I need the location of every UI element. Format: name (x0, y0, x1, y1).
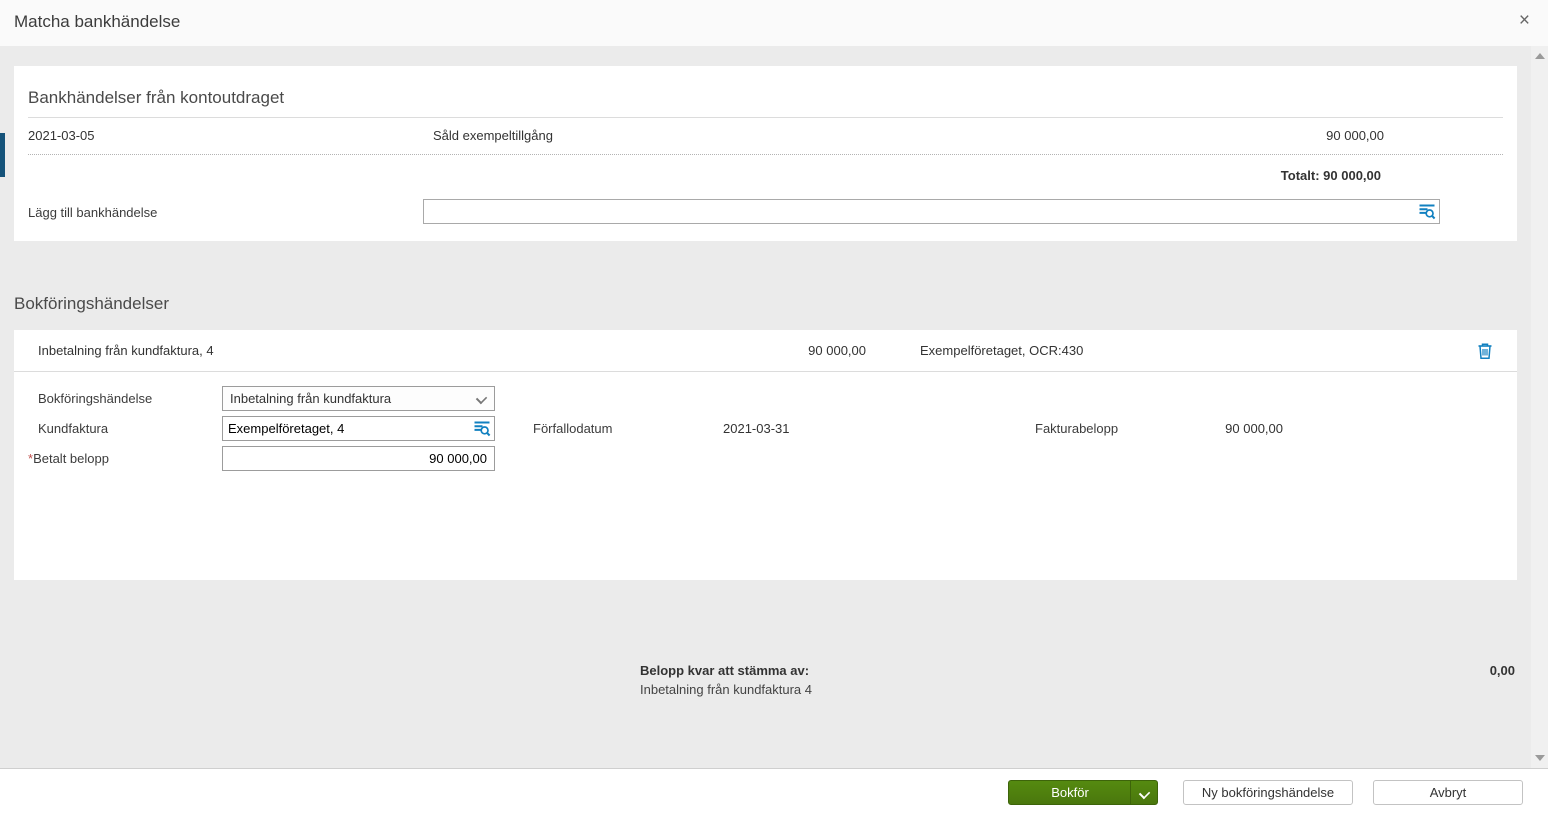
match-bank-event-dialog: Matcha bankhändelse × Bankhändelser från… (0, 0, 1548, 813)
bank-transaction-row: 2021-03-05 Såld exempeltillgång 90 000,0… (28, 118, 1503, 155)
entry-title: Inbetalning från kundfaktura, 4 (38, 343, 214, 358)
event-type-label: Bokföringshändelse (38, 391, 152, 406)
bank-section-title: Bankhändelser från kontoutdraget (28, 88, 284, 108)
dialog-footer: Bokför Ny bokföringshändelse Avbryt (0, 768, 1548, 813)
transaction-date: 2021-03-05 (28, 128, 95, 143)
entry-amount: 90 000,00 (665, 343, 866, 358)
bank-total-label: Totalt: (1281, 168, 1320, 183)
add-bank-event-label: Lägg till bankhändelse (28, 205, 157, 220)
accounting-events-panel: Inbetalning från kundfaktura, 4 90 000,0… (14, 330, 1517, 580)
due-date-label: Förfallodatum (533, 421, 612, 436)
close-icon[interactable]: × (1519, 11, 1530, 31)
remaining-amount-value: 0,00 (1490, 663, 1515, 678)
add-bank-event-input[interactable] (428, 200, 1408, 223)
bank-total: Totalt: 90 000,00 (1281, 168, 1381, 183)
search-list-icon[interactable] (473, 420, 491, 437)
post-button[interactable]: Bokför (1009, 781, 1131, 804)
chevron-down-icon (1140, 789, 1148, 797)
post-split-button: Bokför (1008, 780, 1158, 805)
add-bank-event-field (423, 199, 1440, 224)
bank-transactions-panel: Bankhändelser från kontoutdraget 2021-03… (14, 66, 1517, 241)
due-date-value: 2021-03-31 (723, 421, 790, 436)
invoice-amount-value: 90 000,00 (1164, 421, 1283, 436)
paid-amount-field (222, 446, 495, 471)
paid-amount-input[interactable] (232, 447, 487, 470)
cancel-button[interactable]: Avbryt (1373, 780, 1523, 805)
chevron-down-icon (477, 394, 485, 402)
invoice-amount-label: Fakturabelopp (1035, 421, 1118, 436)
new-accounting-event-button[interactable]: Ny bokföringshändelse (1183, 780, 1353, 805)
paid-amount-label: *Betalt belopp (28, 451, 109, 466)
scroll-down-icon[interactable] (1535, 755, 1545, 761)
background-nav-sliver (0, 133, 5, 177)
transaction-amount: 90 000,00 (1326, 128, 1384, 143)
remaining-amount-label: Belopp kvar att stämma av: (640, 663, 809, 678)
vertical-scrollbar[interactable] (1531, 46, 1548, 768)
remaining-amount-subtext: Inbetalning från kundfaktura 4 (640, 682, 812, 697)
post-options-button[interactable] (1130, 781, 1157, 804)
customer-invoice-field (222, 416, 495, 441)
scroll-up-icon[interactable] (1535, 53, 1545, 59)
accounting-entry-row: Inbetalning från kundfaktura, 4 90 000,0… (14, 330, 1517, 372)
dialog-titlebar: Matcha bankhändelse × (0, 0, 1548, 46)
search-list-icon[interactable] (1418, 203, 1436, 220)
accounting-section-title: Bokföringshändelser (14, 294, 169, 314)
customer-invoice-label: Kundfaktura (38, 421, 108, 436)
bank-total-value: 90 000,00 (1323, 168, 1381, 183)
customer-invoice-input[interactable] (228, 417, 466, 440)
trash-icon[interactable] (1476, 342, 1494, 360)
transaction-description: Såld exempeltillgång (433, 128, 553, 143)
event-type-value: Inbetalning från kundfaktura (230, 391, 391, 406)
event-type-select[interactable]: Inbetalning från kundfaktura (222, 386, 495, 411)
entry-reference: Exempelföretaget, OCR:430 (920, 343, 1083, 358)
dialog-title: Matcha bankhändelse (14, 12, 180, 32)
